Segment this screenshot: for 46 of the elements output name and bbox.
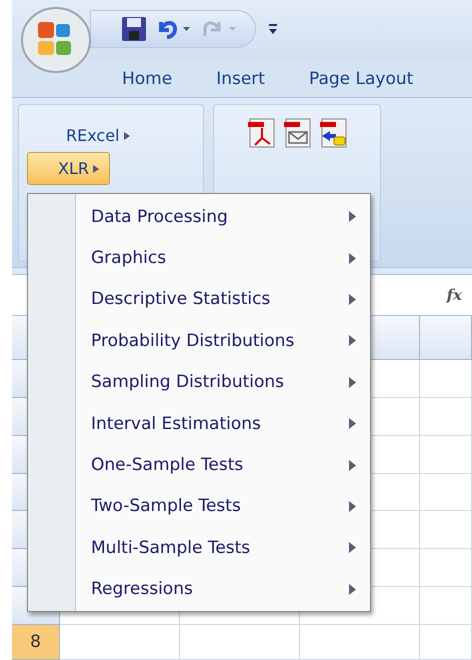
xlr-menu-button[interactable]: XLR <box>27 152 110 185</box>
menu-item[interactable]: One-Sample Tests <box>76 444 370 486</box>
menu-item-label: Graphics <box>91 248 166 268</box>
office-button-icon[interactable] <box>18 4 94 76</box>
ribbon-tab[interactable]: Insert <box>216 64 265 92</box>
menu-item[interactable]: Sampling Distributions <box>76 362 370 403</box>
customize-toolbar-icon[interactable] <box>268 22 278 36</box>
menu-item[interactable]: Regressions <box>76 568 370 610</box>
pdf-document-icon[interactable] <box>247 118 277 148</box>
ribbon-tab[interactable]: Page Layout <box>308 64 414 92</box>
grid-cell[interactable] <box>420 549 472 588</box>
menu-item[interactable]: Probability Distributions <box>76 320 370 362</box>
envelope-document-icon[interactable] <box>283 118 313 148</box>
column-header[interactable] <box>420 316 472 360</box>
menu-item[interactable]: Graphics <box>76 237 370 279</box>
menu-item-label: Interval Estimations <box>91 414 261 434</box>
grid-cell[interactable] <box>420 436 472 474</box>
grid-cell[interactable] <box>420 625 472 660</box>
ribbon-tab[interactable]: Home <box>122 64 172 92</box>
grid-cell[interactable] <box>420 511 472 550</box>
save-icon[interactable] <box>121 16 147 42</box>
menu-item[interactable]: Data Processing <box>76 196 370 238</box>
menu-item-label: Sampling Distributions <box>91 372 284 392</box>
grid-cell[interactable] <box>60 625 180 660</box>
grid-cell[interactable] <box>420 360 472 398</box>
menu-item-label: Probability Distributions <box>91 330 294 351</box>
menu-item[interactable]: Interval Estimations <box>76 402 370 444</box>
grid-cell[interactable] <box>420 474 472 512</box>
grid-cell[interactable] <box>300 625 420 660</box>
menu-item-label: Multi-Sample Tests <box>91 538 250 558</box>
row-header[interactable]: 8 <box>12 625 60 660</box>
grid-cell[interactable] <box>180 625 300 660</box>
caret-icon <box>93 164 99 172</box>
rexcel-menu-button[interactable]: RExcel <box>57 119 138 152</box>
grid-cell[interactable] <box>420 587 472 626</box>
menu-item[interactable]: Two-Sample Tests <box>76 486 370 528</box>
menu-item-label: Data Processing <box>91 206 228 227</box>
menu-item[interactable]: Descriptive Statistics <box>76 278 370 320</box>
menu-item-label: Regressions <box>91 579 193 600</box>
insert-function-icon[interactable]: fx <box>446 286 462 304</box>
menu-item-label: Two-Sample Tests <box>91 496 241 516</box>
menu-item-label: Descriptive Statistics <box>91 289 270 310</box>
grid-cell[interactable] <box>420 398 472 436</box>
caret-icon <box>124 132 130 140</box>
menu-item-label: One-Sample Tests <box>91 455 244 476</box>
menu-item[interactable]: Multi-Sample Tests <box>76 527 370 569</box>
